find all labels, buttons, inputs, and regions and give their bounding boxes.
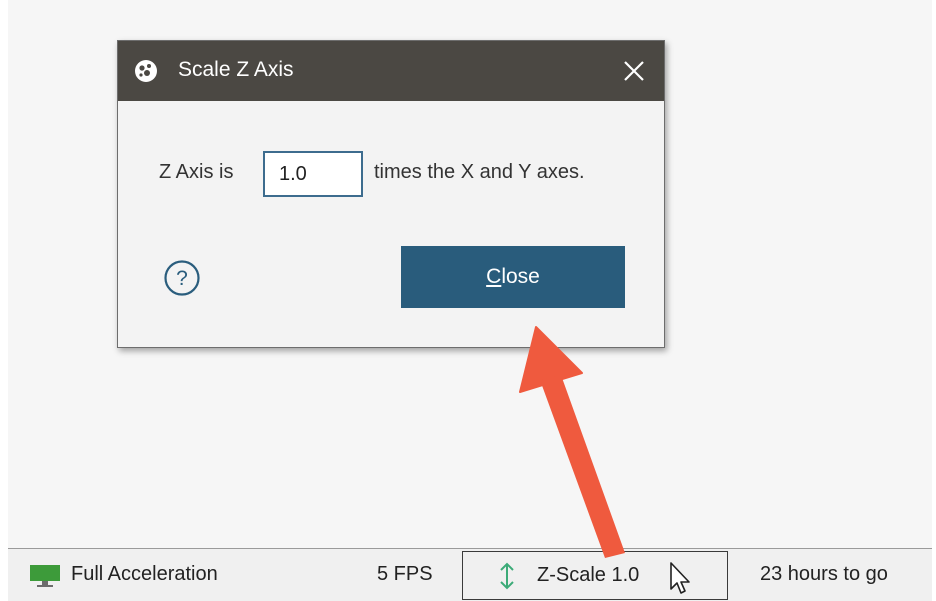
close-x-icon[interactable] [620,57,648,85]
fps-counter: 5 FPS [377,563,433,585]
dialog-title: Scale Z Axis [178,58,294,81]
z-axis-prefix-label: Z Axis is [159,161,234,183]
close-button[interactable]: Close [401,246,625,308]
svg-text:?: ? [176,267,188,290]
close-button-label: lose [501,265,540,288]
z-scale-label: Z-Scale 1.0 [537,564,640,586]
time-remaining-status: 23 hours to go [760,563,888,585]
z-axis-suffix-label: times the X and Y axes. [374,161,585,183]
help-circle-icon[interactable]: ? [163,259,201,297]
mouse-pointer-icon [670,562,690,594]
acceleration-status: Full Acceleration [71,563,218,585]
vertical-arrows-icon [500,562,514,590]
status-bar: Full Acceleration 5 FPS Z-Scale 1.0 23 h… [8,548,932,601]
z-scale-button[interactable]: Z-Scale 1.0 [462,551,728,600]
scale-z-axis-dialog: Scale Z Axis Z Axis is times the X and Y… [117,40,665,348]
z-scale-input[interactable] [263,151,363,197]
monitor-icon [30,565,60,587]
close-button-mnemonic: C [486,265,502,288]
dialog-titlebar: Scale Z Axis [118,41,664,101]
app-logo-icon [135,60,157,82]
